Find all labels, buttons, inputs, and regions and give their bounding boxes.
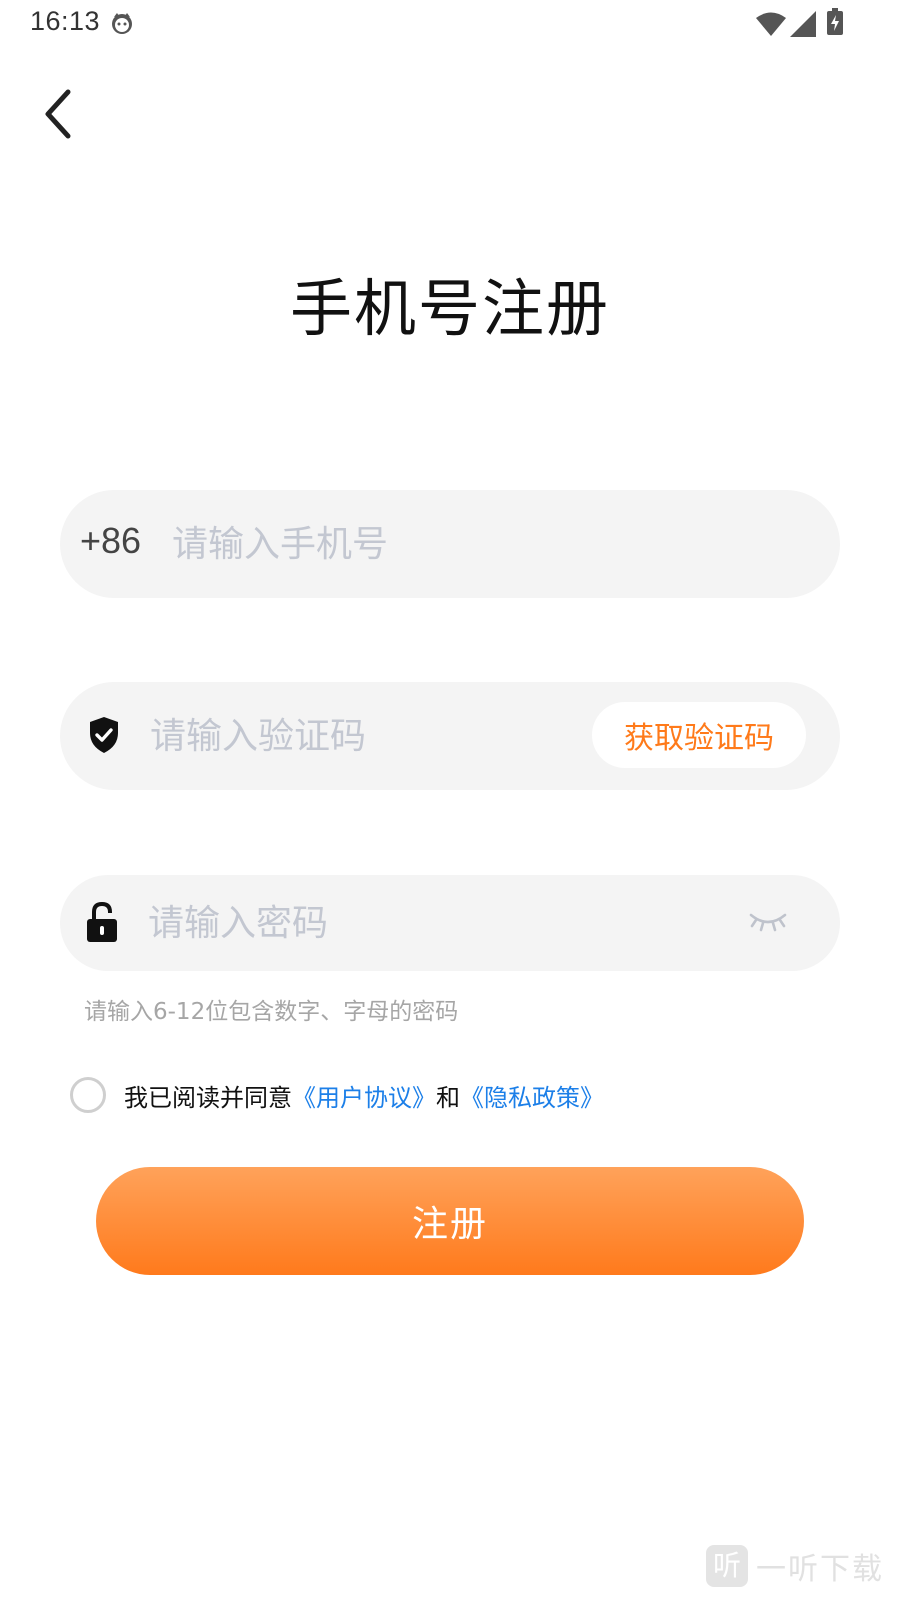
status-bar: 16:13 [0, 0, 900, 48]
agree-checkbox[interactable] [70, 1077, 106, 1113]
page-title: 手机号注册 [289, 272, 610, 345]
face-icon [112, 13, 132, 34]
phone-input[interactable] [172, 514, 792, 574]
agreement-text: 我已阅读并同意《用户协议》和《隐私政策》 [124, 1078, 604, 1113]
eye-closed-icon[interactable] [748, 909, 788, 933]
verification-code-field: 获取验证码 [60, 682, 840, 790]
privacy-policy-link[interactable]: 《隐私政策》 [460, 1084, 604, 1112]
shield-check-icon [90, 717, 118, 753]
back-button[interactable] [34, 84, 90, 144]
password-hint: 请输入6-12位包含数字、字母的密码 [84, 999, 459, 1025]
agreement-prefix: 我已阅读并同意 [124, 1084, 292, 1112]
password-field [60, 875, 840, 971]
user-agreement-link[interactable]: 《用户协议》 [292, 1084, 436, 1112]
get-code-button[interactable]: 获取验证码 [592, 702, 806, 768]
password-input[interactable] [148, 893, 708, 953]
verification-code-input[interactable] [150, 706, 570, 766]
status-time: 16:13 [30, 6, 101, 36]
register-button[interactable]: 注册 [96, 1167, 804, 1275]
phone-field: +86 [60, 490, 840, 598]
chevron-left-icon [45, 89, 71, 139]
lock-open-icon [87, 901, 117, 942]
signal-icon [790, 11, 816, 37]
watermark: 听 一听下载 [706, 1542, 884, 1590]
agreement-conjunction: 和 [436, 1084, 460, 1112]
wifi-icon [756, 12, 786, 36]
country-code-prefix[interactable]: +86 [80, 520, 141, 562]
watermark-logo: 听 [706, 1545, 748, 1587]
battery-charging-icon [827, 8, 843, 35]
watermark-text: 一听下载 [756, 1552, 884, 1587]
